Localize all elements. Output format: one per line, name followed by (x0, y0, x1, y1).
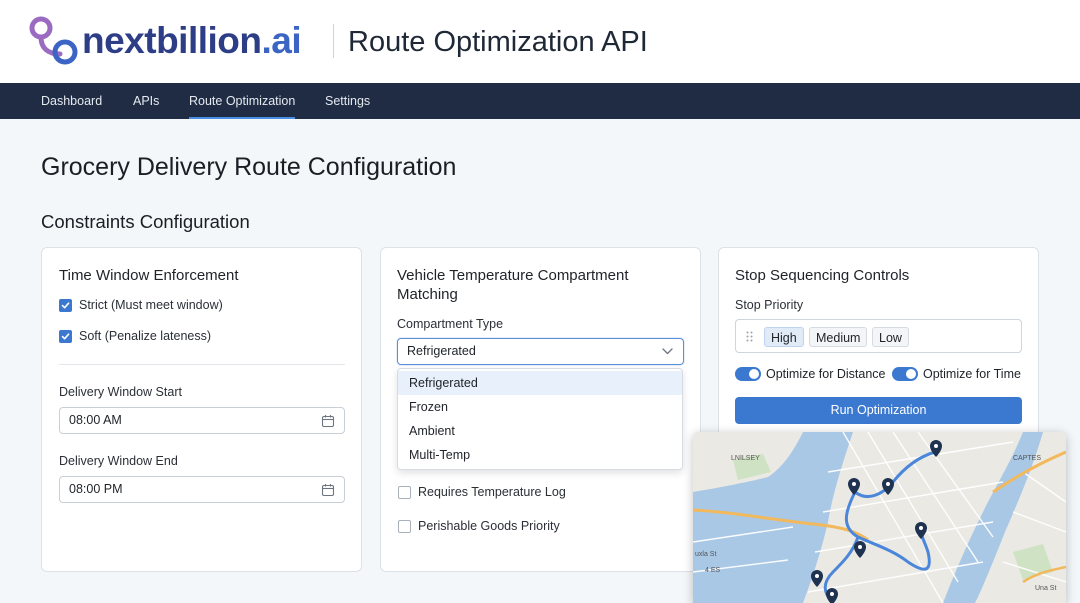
temperature-title-line2: Matching (397, 286, 458, 303)
window-start-label: Delivery Window Start (59, 385, 182, 399)
dropdown-option-multi-temp[interactable]: Multi-Temp (398, 443, 682, 467)
dropdown-option-refrigerated[interactable]: Refrigerated (398, 371, 682, 395)
perishable-priority-checkbox[interactable] (398, 519, 411, 533)
compartment-type-dropdown: Refrigerated Frozen Ambient Multi-Temp (397, 368, 683, 470)
compartment-selected-value: Refrigerated (407, 344, 476, 358)
window-end-label: Delivery Window End (59, 454, 178, 468)
perishable-priority-option[interactable]: Perishable Goods Priority (398, 519, 560, 533)
window-start-value: 08:00 AM (69, 413, 122, 427)
dropdown-option-frozen[interactable]: Frozen (398, 395, 682, 419)
strict-window-checkbox[interactable] (59, 298, 72, 312)
stop-priority-list[interactable]: High Medium Low (735, 319, 1022, 353)
optimize-time-toggle[interactable] (892, 367, 918, 381)
chevron-down-icon (662, 348, 673, 355)
calendar-icon[interactable] (321, 414, 335, 428)
nav-item-settings[interactable]: Settings (325, 83, 370, 119)
run-optimization-button[interactable]: Run Optimization (735, 397, 1022, 424)
priority-tag-low[interactable]: Low (872, 327, 909, 347)
optimize-distance-label: Optimize for Distance (766, 367, 886, 381)
map-label: LNILSEY (731, 455, 760, 462)
window-end-input[interactable]: 08:00 PM (59, 476, 345, 503)
route-map[interactable]: LNILSEY CAPTES uxla St 4 ES Una St (693, 432, 1066, 603)
dropdown-option-ambient[interactable]: Ambient (398, 419, 682, 443)
main-nav: Dashboard APIs Route Optimization Settin… (0, 83, 1080, 119)
compartment-type-label: Compartment Type (397, 317, 504, 331)
temperature-log-checkbox[interactable] (398, 485, 411, 499)
temperature-title-line1: Vehicle Temperature Compartment (397, 267, 629, 284)
check-icon (61, 332, 70, 339)
window-start-input[interactable]: 08:00 AM (59, 407, 345, 434)
time-window-title: Time Window Enforcement (59, 267, 239, 284)
soft-window-label: Soft (Penalize lateness) (79, 329, 212, 343)
optimize-distance-toggle[interactable] (735, 367, 761, 381)
map-label: CAPTES (1013, 455, 1041, 462)
temperature-log-label: Requires Temperature Log (418, 485, 566, 499)
perishable-priority-label: Perishable Goods Priority (418, 519, 560, 533)
drag-handle-icon[interactable] (746, 331, 753, 342)
optimize-distance-toggle-row[interactable]: Optimize for Distance (735, 367, 885, 381)
stop-priority-label: Stop Priority (735, 298, 804, 312)
calendar-icon[interactable] (321, 483, 335, 497)
priority-tag-high[interactable]: High (764, 327, 804, 347)
logo[interactable]: nextbillion.ai (28, 14, 302, 68)
check-icon (61, 301, 70, 308)
strict-window-label: Strict (Must meet window) (79, 298, 223, 312)
header-title: Route Optimization API (348, 26, 648, 58)
optimize-time-toggle-row[interactable]: Optimize for Time (892, 367, 1021, 381)
soft-window-option[interactable]: Soft (Penalize lateness) (59, 329, 211, 343)
sequencing-title: Stop Sequencing Controls (735, 267, 910, 284)
strict-window-option[interactable]: Strict (Must meet window) (59, 298, 223, 312)
priority-tag-medium[interactable]: Medium (809, 327, 868, 347)
optimize-time-label: Optimize for Time (923, 367, 1021, 381)
temperature-log-option[interactable]: Requires Temperature Log (398, 485, 566, 499)
soft-window-checkbox[interactable] (59, 329, 72, 343)
logo-mark-icon (29, 16, 78, 65)
nav-item-route-optimization[interactable]: Route Optimization (189, 83, 296, 119)
header-divider (333, 24, 334, 58)
compartment-type-select[interactable]: Refrigerated (397, 338, 684, 365)
map-label: uxla St (695, 551, 716, 558)
map-label: 4 ES (705, 567, 721, 574)
page-title: Grocery Delivery Route Configuration (41, 153, 457, 181)
time-window-card: Time Window Enforcement Strict (Must mee… (41, 247, 362, 572)
section-title: Constraints Configuration (41, 211, 250, 232)
nav-item-dashboard[interactable]: Dashboard (41, 83, 102, 119)
card-divider (59, 364, 345, 365)
map-label: Una St (1035, 585, 1056, 592)
logo-text: nextbillion.ai (82, 20, 302, 61)
nav-item-apis[interactable]: APIs (133, 83, 159, 119)
window-end-value: 08:00 PM (69, 482, 123, 496)
app-header: nextbillion.ai Route Optimization API (0, 0, 1080, 83)
